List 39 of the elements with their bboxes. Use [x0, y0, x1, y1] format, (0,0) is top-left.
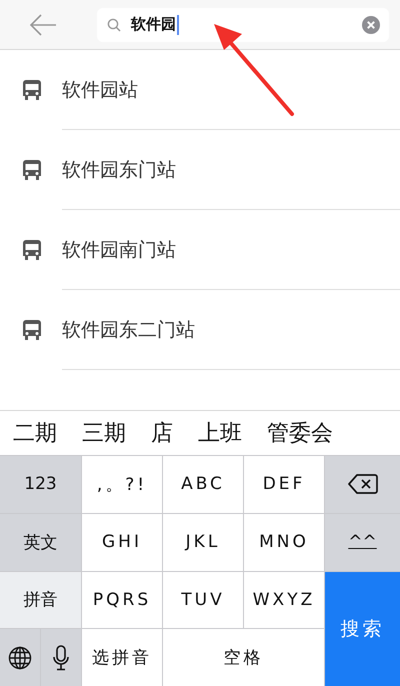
result-item[interactable]: 软件园东二门站: [0, 290, 400, 370]
result-item[interactable]: 软件园东门站: [0, 130, 400, 210]
mode-key[interactable]: 123: [0, 456, 81, 513]
search-key[interactable]: 搜索: [325, 572, 400, 686]
letter-key[interactable]: MNO: [244, 514, 324, 570]
globe-icon: [8, 646, 32, 670]
bus-icon: [22, 159, 42, 181]
bus-icon: [22, 79, 42, 101]
candidate-word[interactable]: 上班: [198, 418, 242, 448]
back-icon[interactable]: [29, 14, 57, 36]
result-item[interactable]: 软件园站: [0, 50, 400, 130]
globe-key[interactable]: [0, 629, 40, 686]
candidate-word[interactable]: 三期: [82, 418, 126, 448]
search-icon: [107, 18, 121, 32]
microphone-icon: [53, 644, 69, 671]
letter-key[interactable]: PQRS: [82, 572, 162, 628]
mode-key[interactable]: 英文: [0, 514, 81, 570]
space-key[interactable]: 空格: [163, 629, 324, 686]
letter-key[interactable]: GHI: [82, 514, 162, 570]
bus-icon: [22, 239, 42, 261]
letter-key[interactable]: ABC: [163, 456, 243, 513]
mode-key[interactable]: 拼音: [0, 572, 81, 628]
search-field[interactable]: 软件园: [97, 8, 389, 42]
letter-key[interactable]: DEF: [244, 456, 324, 513]
letter-key[interactable]: TUV: [163, 572, 243, 628]
result-item[interactable]: 软件园南门站: [0, 210, 400, 290]
backspace-icon: [348, 474, 378, 494]
bus-icon: [22, 319, 42, 341]
letter-key[interactable]: WXYZ: [244, 572, 324, 628]
delete-key[interactable]: [325, 456, 400, 513]
microphone-key[interactable]: [41, 629, 81, 686]
candidate-word[interactable]: 店: [151, 418, 173, 448]
candidate-word[interactable]: 二期: [13, 418, 57, 448]
letter-key[interactable]: 选拼音: [82, 629, 162, 686]
clear-icon[interactable]: [362, 16, 380, 34]
letter-key[interactable]: ,。?!: [82, 456, 162, 513]
candidate-word[interactable]: 管委会: [267, 418, 333, 448]
letter-key[interactable]: JKL: [163, 514, 243, 570]
emoticon-key[interactable]: ^^: [325, 514, 400, 570]
